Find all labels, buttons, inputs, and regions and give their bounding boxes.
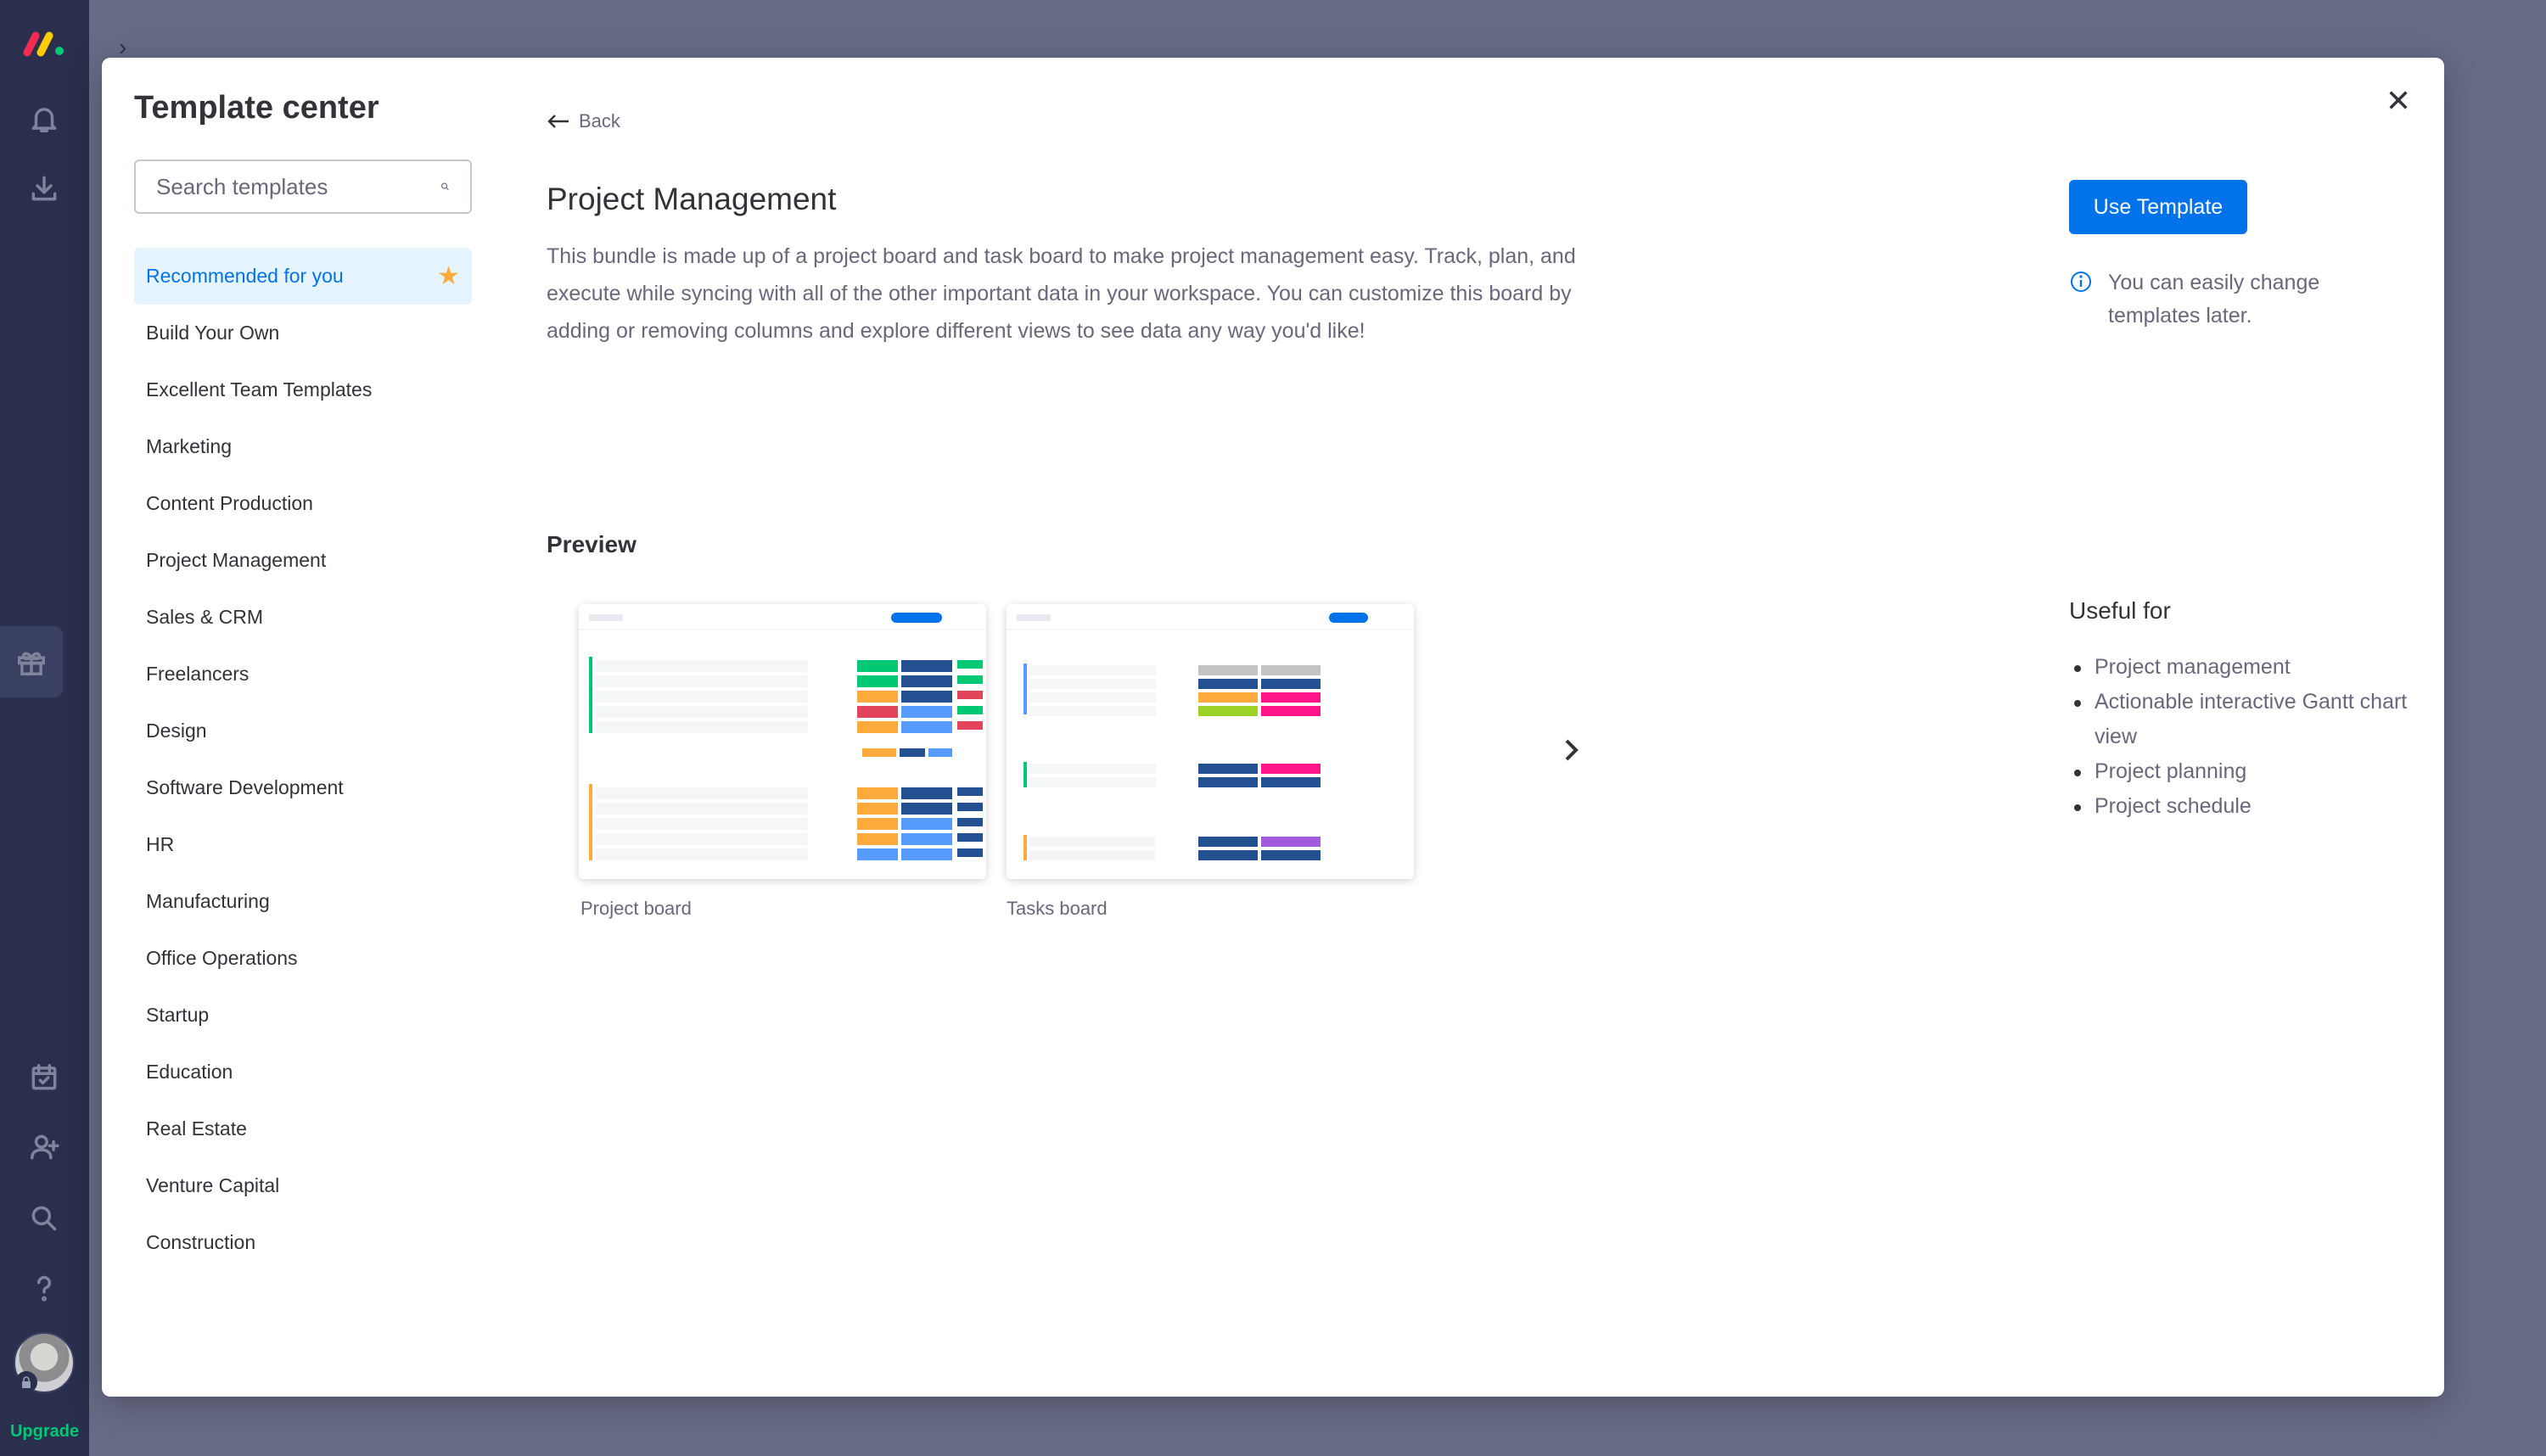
category-label: Marketing xyxy=(146,435,232,457)
category-label: Design xyxy=(146,720,207,742)
list-item: Project planning xyxy=(2069,754,2409,789)
category-item[interactable]: Build Your Own xyxy=(134,305,472,361)
close-icon xyxy=(2389,91,2408,109)
arrow-left-icon xyxy=(547,115,569,128)
category-item[interactable]: Education xyxy=(134,1044,472,1100)
lock-icon xyxy=(15,1371,37,1393)
monday-logo[interactable] xyxy=(22,27,68,58)
app-rail: Upgrade xyxy=(0,0,89,1456)
category-item[interactable]: Venture Capital xyxy=(134,1157,472,1214)
tasks-board-thumbnail xyxy=(1007,604,1414,879)
info-text: You can easily change templates later. xyxy=(2108,271,2320,328)
category-item[interactable]: Content Production xyxy=(134,475,472,532)
category-item[interactable]: Office Operations xyxy=(134,930,472,987)
template-description: This bundle is made up of a project boar… xyxy=(547,244,1576,343)
use-template-button[interactable]: Use Template xyxy=(2069,180,2247,234)
info-note: You can easily change templates later. xyxy=(2069,266,2375,333)
category-label: Sales & CRM xyxy=(146,606,264,628)
useful-for-list: Project management Actionable interactiv… xyxy=(2069,650,2409,824)
preview-heading: Preview xyxy=(547,531,636,557)
star-icon: ★ xyxy=(437,262,460,290)
category-label: Education xyxy=(146,1061,233,1083)
category-item[interactable]: Software Development xyxy=(134,759,472,816)
category-label: Software Development xyxy=(146,776,344,798)
category-item[interactable]: Startup xyxy=(134,987,472,1044)
category-item[interactable]: Real Estate xyxy=(134,1100,472,1157)
template-center-modal: Template center Recommended for you ★ Bu… xyxy=(102,58,2444,1397)
search-box[interactable] xyxy=(134,160,472,214)
category-item[interactable]: Project Management xyxy=(134,532,472,589)
category-label: HR xyxy=(146,833,175,855)
preview-tasks-board[interactable] xyxy=(1007,604,1414,879)
category-label: Construction xyxy=(146,1231,256,1253)
bell-icon[interactable] xyxy=(25,100,63,137)
upgrade-link[interactable]: Upgrade xyxy=(0,1422,89,1442)
category-label: Real Estate xyxy=(146,1117,247,1140)
modal-title: Template center xyxy=(134,90,379,126)
category-label: Build Your Own xyxy=(146,322,280,344)
category-label: Venture Capital xyxy=(146,1174,280,1196)
preview-label: Project board xyxy=(580,898,692,919)
category-label: Office Operations xyxy=(146,947,298,969)
list-item: Actionable interactive Gantt chart view xyxy=(2069,685,2409,754)
category-item[interactable]: Manufacturing xyxy=(134,873,472,930)
category-list: Recommended for you ★ Build Your Own Exc… xyxy=(134,248,472,1271)
list-item: Project management xyxy=(2069,650,2409,685)
preview-label: Tasks board xyxy=(1007,898,1108,919)
category-label: Manufacturing xyxy=(146,890,270,912)
info-icon xyxy=(2071,272,2091,292)
category-item[interactable]: Sales & CRM xyxy=(134,589,472,646)
gift-button[interactable] xyxy=(0,626,63,697)
back-label: Back xyxy=(579,110,620,132)
close-button[interactable] xyxy=(2378,80,2419,120)
category-label: Recommended for you xyxy=(146,265,344,287)
category-item[interactable]: Design xyxy=(134,703,472,759)
category-label: Project Management xyxy=(146,549,327,571)
back-button[interactable]: Back xyxy=(547,110,620,132)
preview-project-board[interactable] xyxy=(579,604,986,879)
help-icon[interactable] xyxy=(25,1269,63,1307)
category-item[interactable]: Freelancers xyxy=(134,646,472,703)
template-title: Project Management xyxy=(547,182,837,216)
category-label: Freelancers xyxy=(146,663,250,685)
chevron-right-icon xyxy=(1565,739,1579,761)
list-item: Project schedule xyxy=(2069,789,2409,824)
category-item[interactable]: HR xyxy=(134,816,472,873)
category-recommended[interactable]: Recommended for you ★ xyxy=(134,248,472,305)
category-label: Startup xyxy=(146,1004,210,1026)
category-item[interactable]: Construction xyxy=(134,1214,472,1271)
category-label: Excellent Team Templates xyxy=(146,378,373,400)
category-item[interactable]: Excellent Team Templates xyxy=(134,361,472,418)
project-board-thumbnail xyxy=(579,604,986,879)
search-icon[interactable] xyxy=(440,174,450,199)
download-icon[interactable] xyxy=(25,170,63,207)
search-input[interactable] xyxy=(156,173,440,200)
search-icon[interactable] xyxy=(25,1200,63,1237)
category-item[interactable]: Marketing xyxy=(134,418,472,475)
category-label: Content Production xyxy=(146,492,313,514)
useful-for-heading: Useful for xyxy=(2069,597,2171,624)
next-preview-button[interactable] xyxy=(1553,731,1590,769)
calendar-icon[interactable] xyxy=(25,1059,63,1096)
gift-icon xyxy=(18,652,45,675)
add-user-icon[interactable] xyxy=(25,1128,63,1166)
